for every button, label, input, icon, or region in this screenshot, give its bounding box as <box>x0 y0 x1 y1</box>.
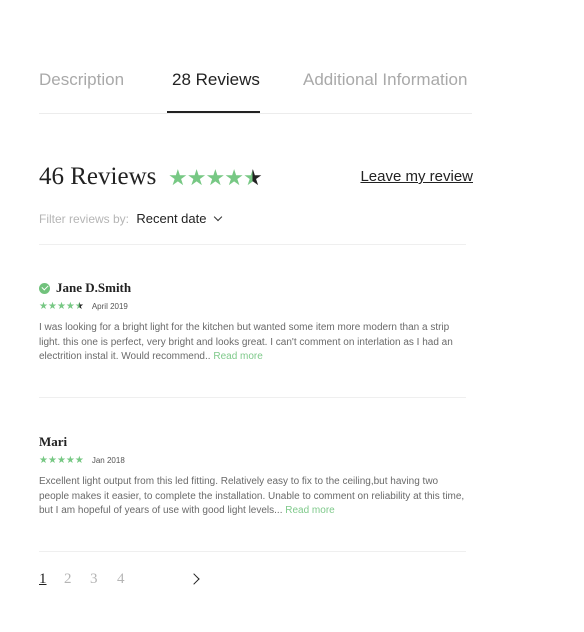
star-icon: ★ <box>47 301 57 312</box>
star-icon: ★ <box>39 455 48 466</box>
divider <box>39 551 466 552</box>
review-text: I was looking for a bright light for the… <box>39 321 466 365</box>
review-filter: Filter reviews by: Recent date <box>39 211 223 226</box>
star-icon: ★ <box>65 455 75 466</box>
tab-description[interactable]: Description <box>39 70 124 90</box>
filter-selected-value: Recent date <box>136 211 207 226</box>
star-icon: ★ <box>56 455 66 466</box>
review-date: April 2019 <box>91 302 128 311</box>
reviewer-name: Mari <box>39 434 68 449</box>
star-icon: ★ <box>65 301 75 312</box>
star-icon: ★ <box>205 165 225 190</box>
review-body: Excellent light output from this led fit… <box>39 476 465 516</box>
pagination: 1 2 3 4 <box>39 571 209 593</box>
review-item: Jane D.Smith ★★★★★ April 2019 I was look… <box>39 280 466 365</box>
read-more-link[interactable]: Read more <box>285 505 334 516</box>
review-rating-stars: ★★★★★ <box>39 301 84 312</box>
filter-dropdown[interactable]: Recent date <box>136 211 223 226</box>
review-item: Mari ★★★★★ Jan 2018 Excellent light outp… <box>39 434 466 519</box>
chevron-down-icon <box>214 212 223 222</box>
review-meta: ★★★★★ Jan 2018 <box>39 455 466 466</box>
leave-review-link[interactable]: Leave my review <box>360 168 473 185</box>
tab-reviews[interactable]: 28 Reviews <box>172 70 260 90</box>
reviews-count-title: 46 Reviews <box>39 163 157 190</box>
review-rating-stars: ★★★★★ <box>39 455 84 466</box>
chevron-right-icon[interactable] <box>188 573 200 585</box>
product-tabs: Description 28 Reviews Additional Inform… <box>39 70 472 114</box>
tab-additional-information[interactable]: Additional Information <box>303 70 467 90</box>
reviews-summary: 46 Reviews ★★★★★ Leave my review <box>39 163 473 197</box>
star-icon: ★ <box>224 165 244 190</box>
star-icon: ★ <box>242 165 263 190</box>
review-date: Jan 2018 <box>91 456 125 465</box>
active-tab-indicator <box>167 111 260 113</box>
filter-label: Filter reviews by: <box>39 212 130 226</box>
page-4-link[interactable]: 4 <box>117 571 125 588</box>
reviewer-name: Jane D.Smith <box>56 280 132 295</box>
star-icon: ★ <box>74 301 84 312</box>
page-1-link[interactable]: 1 <box>39 571 47 588</box>
review-text: Excellent light output from this led fit… <box>39 475 466 519</box>
divider <box>39 397 466 398</box>
star-icon: ★ <box>47 455 57 466</box>
verified-check-icon <box>39 282 50 294</box>
page-3-link[interactable]: 3 <box>90 571 98 588</box>
star-icon: ★ <box>74 455 84 466</box>
divider <box>39 244 466 245</box>
page-2-link[interactable]: 2 <box>64 571 72 588</box>
star-icon: ★ <box>168 165 188 190</box>
reviewer-row: Jane D.Smith <box>39 280 466 296</box>
star-icon: ★ <box>39 301 48 312</box>
review-meta: ★★★★★ April 2019 <box>39 301 466 312</box>
reviewer-row: Mari <box>39 434 466 450</box>
star-icon: ★ <box>186 165 207 190</box>
average-rating-stars: ★★★★★ <box>168 165 263 191</box>
star-icon: ★ <box>56 301 66 312</box>
read-more-link[interactable]: Read more <box>213 351 262 362</box>
